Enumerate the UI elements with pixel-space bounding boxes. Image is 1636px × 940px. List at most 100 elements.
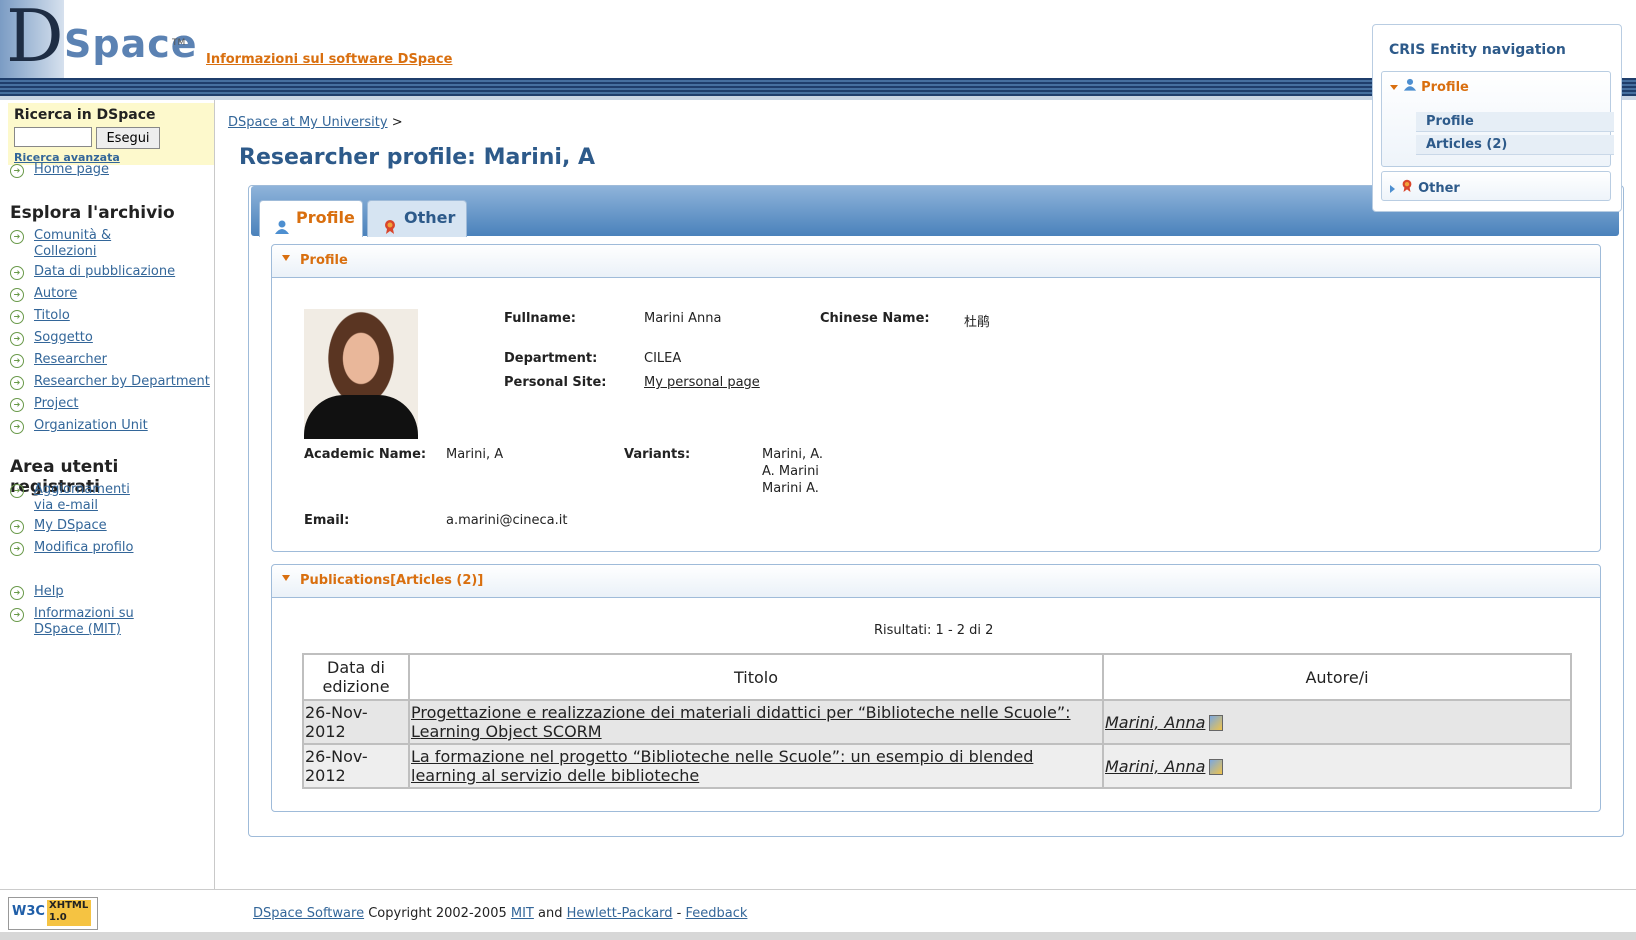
- fullname-label: Fullname:: [504, 311, 576, 326]
- logo-letter: D: [6, 0, 64, 78]
- sidebar-item-communities[interactable]: ➔ Comunità & Collezioni: [10, 228, 111, 259]
- publications-panel-header[interactable]: Publications[Articles (2)]: [272, 565, 1600, 598]
- chinese-name-value: 杜鹃: [964, 315, 991, 330]
- author-link[interactable]: Marini, Anna: [1105, 757, 1205, 776]
- sidebar-item-label[interactable]: Modifica profilo: [34, 540, 214, 556]
- dspace-software-link[interactable]: DSpace Software: [253, 906, 364, 921]
- publication-title-link[interactable]: La formazione nel progetto “Biblioteche …: [411, 747, 1033, 785]
- arrow-bullet-icon: ➔: [10, 608, 24, 622]
- sidebar-item-edit-profile[interactable]: ➔ Modifica profilo: [10, 540, 134, 556]
- edit-profile-icon[interactable]: [1209, 715, 1224, 731]
- row-author-cell: Marini, Anna: [1102, 743, 1572, 789]
- hp-link[interactable]: Hewlett-Packard: [567, 906, 673, 921]
- sidebar-item-date[interactable]: ➔ Data di pubblicazione: [10, 264, 175, 280]
- search-box: Ricerca in DSpace Esegui Ricerca avanzat…: [8, 103, 214, 165]
- sidebar-item-author[interactable]: ➔ Autore: [10, 286, 77, 302]
- sidebar-item-label[interactable]: Informazioni su DSpace (MIT): [34, 606, 144, 638]
- sidebar-item-mydspace[interactable]: ➔ My DSpace: [10, 518, 107, 534]
- cris-group-label: Other: [1418, 181, 1460, 196]
- tab-label: Profile: [296, 208, 355, 227]
- arrow-bullet-icon: ➔: [10, 310, 24, 324]
- personal-site-link[interactable]: My personal page: [644, 375, 760, 390]
- publication-title-link[interactable]: Progettazione e realizzazione dei materi…: [411, 703, 1071, 741]
- tabs-container: Profile Other Profile Fullname: Marini A…: [248, 185, 1624, 837]
- sidebar-item-help[interactable]: ➔ Help: [10, 584, 64, 600]
- academic-name-value: Marini, A: [446, 447, 504, 462]
- column-header-authors[interactable]: Autore/i: [1102, 653, 1572, 701]
- row-author-cell: Marini, Anna: [1102, 699, 1572, 745]
- sidebar-item-label[interactable]: Aggiornamenti via e-mail: [34, 482, 134, 514]
- browse-heading: Esplora l'archivio: [10, 203, 175, 223]
- award-icon: [1400, 179, 1414, 196]
- tab-profile[interactable]: Profile: [259, 200, 363, 237]
- sidebar-item-label[interactable]: Researcher by Department: [34, 374, 214, 390]
- sidebar-item-researcher[interactable]: ➔ Researcher: [10, 352, 107, 368]
- arrow-bullet-icon: ➔: [10, 484, 24, 498]
- sidebar-item-org-unit[interactable]: ➔ Organization Unit: [10, 418, 148, 434]
- sidebar-item-label[interactable]: Comunità & Collezioni: [34, 228, 124, 260]
- sidebar-item-label[interactable]: Researcher: [34, 352, 214, 368]
- edit-profile-icon[interactable]: [1209, 759, 1224, 775]
- search-input[interactable]: [14, 127, 92, 147]
- arrow-bullet-icon: ➔: [10, 266, 24, 280]
- breadcrumb: DSpace at My University >: [228, 115, 403, 130]
- tab-other[interactable]: Other: [367, 200, 467, 237]
- sidebar-item-subscriptions[interactable]: ➔ Aggiornamenti via e-mail: [10, 482, 130, 513]
- page-title: Researcher profile: Marini, A: [239, 145, 596, 170]
- column-header-title[interactable]: Titolo: [408, 653, 1104, 701]
- award-icon: [382, 212, 398, 246]
- dspace-logo[interactable]: D: [0, 0, 64, 80]
- search-button[interactable]: Esegui: [96, 127, 160, 149]
- sidebar-item-label[interactable]: Data di pubblicazione: [34, 264, 214, 280]
- table-header-row: Data di edizione Titolo Autore/i: [302, 653, 1572, 701]
- breadcrumb-home-link[interactable]: DSpace at My University: [228, 115, 388, 130]
- w3c-text: W3C: [12, 904, 45, 919]
- logo-trademark: TM: [172, 38, 186, 48]
- dash-text: -: [676, 906, 682, 921]
- personal-site-label: Personal Site:: [504, 375, 607, 390]
- sidebar-item-label[interactable]: Autore: [34, 286, 214, 302]
- about-dspace-link[interactable]: Informazioni sul software DSpace: [206, 52, 452, 67]
- column-header-date[interactable]: Data di edizione: [302, 653, 410, 701]
- w3c-xhtml-badge[interactable]: W3C XHTML 1.0: [8, 897, 98, 930]
- cris-group-header[interactable]: Other: [1390, 178, 1460, 196]
- sidebar-item-subject[interactable]: ➔ Soggetto: [10, 330, 93, 346]
- footer-divider: [0, 889, 1636, 890]
- arrow-bullet-icon: ➔: [10, 542, 24, 556]
- feedback-link[interactable]: Feedback: [686, 906, 748, 921]
- cris-nav-item-articles[interactable]: Articles (2): [1416, 135, 1614, 155]
- mit-link[interactable]: MIT: [511, 906, 534, 921]
- sidebar-item-label[interactable]: Help: [34, 584, 214, 600]
- department-value: CILEA: [644, 351, 682, 366]
- arrow-bullet-icon: ➔: [10, 376, 24, 390]
- search-title: Ricerca in DSpace: [14, 107, 156, 123]
- user-icon: [274, 212, 290, 246]
- sidebar-item-project[interactable]: ➔ Project: [10, 396, 78, 412]
- sidebar-item-label[interactable]: Home page: [34, 162, 214, 178]
- cris-nav-item-profile[interactable]: Profile: [1416, 112, 1614, 132]
- cris-group-header[interactable]: Profile: [1390, 78, 1469, 95]
- row-title-cell: Progettazione e realizzazione dei materi…: [408, 699, 1104, 745]
- and-text: and: [538, 906, 563, 921]
- sidebar-item-label[interactable]: My DSpace: [34, 518, 214, 534]
- publications-panel: Publications[Articles (2)] Risultati: 1 …: [271, 564, 1601, 812]
- fullname-value: Marini Anna: [644, 311, 722, 326]
- sidebar-item-researcher-department[interactable]: ➔ Researcher by Department: [10, 374, 210, 390]
- arrow-bullet-icon: ➔: [10, 332, 24, 346]
- sidebar-item-about-mit[interactable]: ➔ Informazioni su DSpace (MIT): [10, 606, 134, 637]
- sidebar-item-label[interactable]: Organization Unit: [34, 418, 214, 434]
- copyright-text: Copyright 2002-2005: [368, 906, 507, 921]
- department-label: Department:: [504, 351, 598, 366]
- sidebar-item-label[interactable]: Soggetto: [34, 330, 214, 346]
- sidebar-item-label[interactable]: Project: [34, 396, 214, 412]
- author-link[interactable]: Marini, Anna: [1105, 713, 1205, 732]
- sidebar-item-home[interactable]: ➔ Home page: [10, 162, 109, 178]
- sidebar-item-title[interactable]: ➔ Titolo: [10, 308, 70, 324]
- table-row: 26-Nov-2012 La formazione nel progetto “…: [302, 743, 1572, 789]
- arrow-bullet-icon: ➔: [10, 520, 24, 534]
- profile-panel-header[interactable]: Profile: [272, 245, 1600, 278]
- email-value: a.marini@cineca.it: [446, 513, 568, 528]
- tab-label: Other: [404, 208, 456, 227]
- cris-group-other: Other: [1381, 171, 1611, 201]
- sidebar-item-label[interactable]: Titolo: [34, 308, 214, 324]
